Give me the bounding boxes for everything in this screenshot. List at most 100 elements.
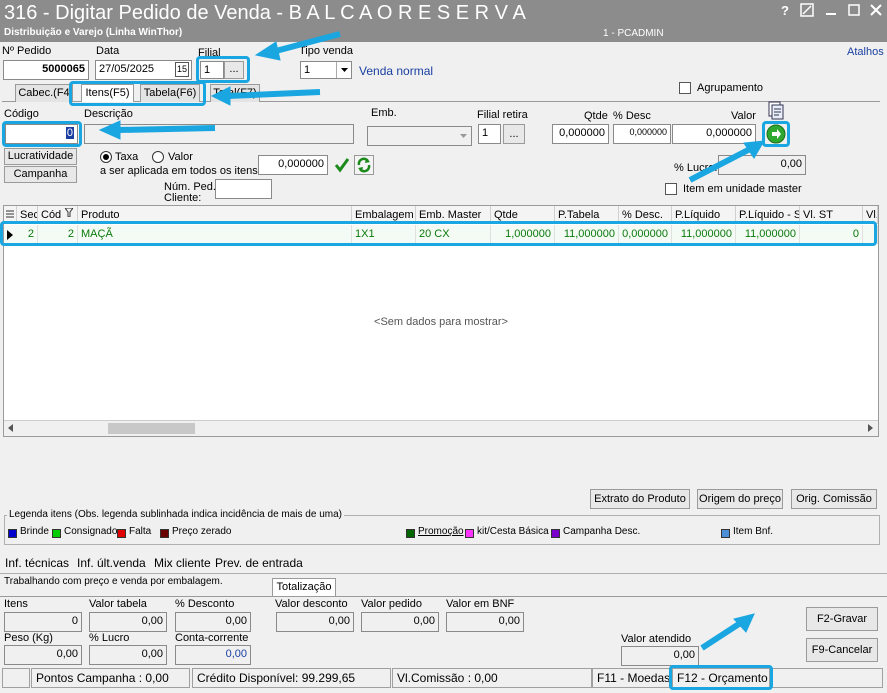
tipo-venda-label: Tipo venda [299, 45, 354, 57]
document-icon[interactable] [767, 101, 785, 121]
valor-radio[interactable] [152, 151, 164, 163]
gravar-button[interactable]: F2-Gravar [806, 607, 878, 631]
valor-atendido-field: 0,00 [621, 646, 699, 666]
taxa-radio[interactable] [100, 151, 112, 163]
apply-check-icon[interactable] [333, 156, 351, 174]
close-button[interactable] [867, 3, 885, 19]
valor-field[interactable]: 0,000000 [672, 124, 756, 144]
legend-label: Consignado [64, 526, 118, 537]
extrato-produto-button[interactable]: Extrato do Produto [590, 489, 690, 509]
calendar-icon[interactable]: 15 [175, 62, 189, 77]
legend-campanha-desc: Campanha Desc. [551, 526, 640, 540]
valor-pedido-label: Valor pedido [361, 598, 422, 610]
pct-desconto-label: % Desconto [175, 598, 235, 610]
legend-swatch [406, 529, 415, 538]
agrupamento-label: Agrupamento [697, 82, 764, 94]
lucratividade-button[interactable]: Lucratividade [4, 148, 77, 165]
legend-swatch [721, 529, 730, 538]
atalhos-link[interactable]: Atalhos [847, 46, 884, 58]
pedido-field[interactable]: 5000065 [3, 60, 89, 80]
legend-item-bnf: Item Bnf. [721, 526, 773, 540]
descricao-label: Descrição [84, 108, 133, 120]
data-label: Data [96, 45, 120, 57]
valor-bnf-field: 0,00 [446, 612, 524, 632]
legend-swatch [8, 529, 17, 538]
cancelar-button[interactable]: F9-Cancelar [806, 638, 878, 662]
peso-field: 0,00 [4, 645, 82, 665]
highlight-codigo [2, 121, 82, 147]
legend-kit-cesta: kit/Cesta Básica [465, 526, 549, 540]
legend-swatch [52, 529, 61, 538]
tipo-venda-desc: Venda normal [359, 64, 434, 78]
tab-cabec[interactable]: Cabec.(F4 [15, 84, 73, 102]
status-pontos: Pontos Campanha : 0,00 [31, 668, 190, 688]
minimize-button[interactable] [822, 3, 840, 19]
tab-total[interactable]: Total(F7) [210, 84, 260, 102]
window-title: 316 - Digitar Pedido de Venda - B A L C … [4, 2, 526, 24]
maximize-button[interactable] [845, 3, 863, 19]
legend-falta: Falta [117, 526, 151, 540]
data-value: 27/05/2025 [99, 63, 155, 75]
link-inf-ult-venda[interactable]: Inf. últ.venda [77, 556, 146, 570]
status-blank [2, 668, 30, 688]
valor-label: Valor [731, 110, 756, 122]
orig-comissao-button[interactable]: Orig. Comissão [791, 489, 877, 509]
filial-retira-search-button[interactable]: ... [503, 124, 525, 144]
item-master-label: Item em unidade master [683, 183, 802, 195]
itens-field: 0 [4, 612, 82, 632]
legend-swatch [117, 529, 126, 538]
pct-lucro-label: % Lucro [89, 632, 130, 644]
cliente-label: Cliente: [164, 192, 202, 204]
scroll-right-icon[interactable] [866, 423, 874, 436]
link-prev-entrada[interactable]: Prev. de entrada [215, 556, 303, 570]
filter-icon[interactable] [64, 207, 74, 220]
taxa-label: Taxa [115, 151, 139, 163]
conta-corrente-field: 0,00 [175, 645, 251, 665]
highlight-f12 [669, 665, 773, 690]
campanha-button[interactable]: Campanha [4, 166, 77, 183]
confirm-arrow-icon[interactable] [766, 124, 786, 144]
peso-label: Peso (Kg) [4, 632, 53, 644]
desc-label: % Desc [613, 110, 651, 122]
refresh-icon[interactable] [354, 155, 374, 175]
status-f11-moedas[interactable]: F11 - Moedas [592, 668, 670, 688]
help-button[interactable]: ? [776, 3, 794, 19]
status-comissao: Vl.Comissão : 0,00 [392, 668, 592, 688]
scrollbar-thumb[interactable] [108, 423, 195, 434]
item-master-checkbox[interactable] [665, 183, 677, 195]
tab-totalizacao[interactable]: Totalização [272, 578, 336, 597]
working-text: Trabalhando com preço e venda por embala… [4, 576, 223, 587]
num-ped-cliente-field[interactable] [215, 179, 272, 199]
emb-dropdown-icon[interactable] [456, 127, 471, 145]
qtde-field[interactable]: 0,000000 [552, 124, 609, 144]
divider [0, 573, 887, 574]
emb-label: Emb. [371, 107, 397, 119]
horizontal-scrollbar[interactable] [4, 420, 878, 436]
valor-bnf-label: Valor em BNF [446, 598, 515, 610]
valor-tabela-field: 0,00 [89, 612, 167, 632]
status-blank-right [771, 668, 883, 688]
scroll-left-icon[interactable] [7, 423, 15, 436]
tipo-venda-dropdown-icon[interactable] [336, 62, 351, 78]
codigo-label: Código [4, 108, 39, 120]
link-mix-cliente[interactable]: Mix cliente [154, 556, 211, 570]
edit-window-icon[interactable] [798, 3, 816, 19]
col-cod-label: Cód [41, 209, 62, 221]
legend-label: Preço zerado [172, 526, 232, 537]
status-credito: Crédito Disponível: 99.299,65 [192, 668, 391, 688]
valor-tabela-label: Valor tabela [89, 598, 147, 610]
pct-lucro-field: 0,00 [89, 645, 167, 665]
legend-promocao: Promoção [406, 526, 464, 540]
totalizacao-baseline [0, 596, 887, 597]
link-inf-tecnicas[interactable]: Inf. técnicas [5, 556, 69, 570]
filial-retira-field[interactable]: 1 [478, 124, 501, 144]
conta-corrente-label: Conta-corrente [175, 632, 249, 644]
highlight-grid-row [0, 221, 877, 246]
legend-swatch [551, 529, 560, 538]
lucro-label: % Lucro: [674, 162, 718, 174]
origem-preco-button[interactable]: Origem do preço [697, 489, 783, 509]
desc-field[interactable]: 0,000000 [613, 124, 671, 144]
descricao-field[interactable] [84, 124, 354, 144]
agrupamento-checkbox[interactable] [679, 82, 691, 94]
aplicada-field[interactable]: 0,000000 [258, 155, 328, 175]
